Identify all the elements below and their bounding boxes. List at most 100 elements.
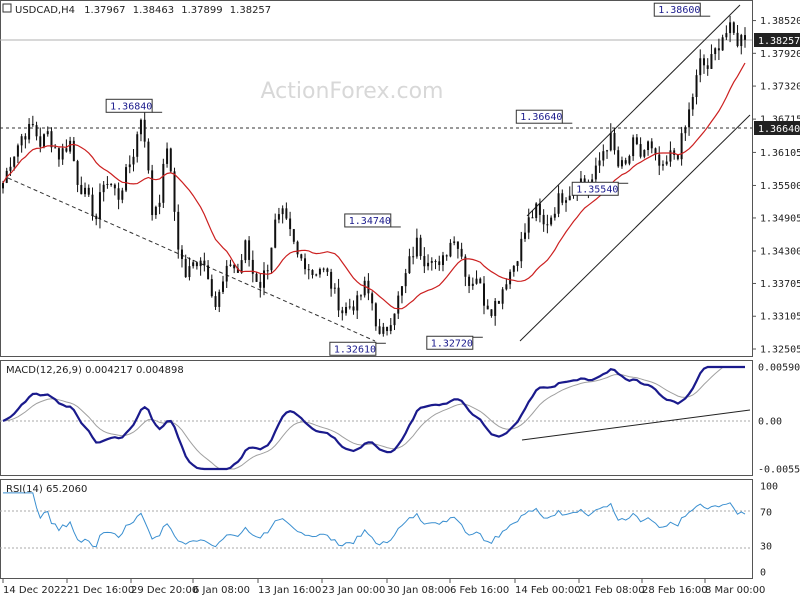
candle-body xyxy=(509,271,512,285)
candle-body xyxy=(35,125,38,137)
candle-body xyxy=(427,262,430,267)
chart-header: USDCAD,H4 1.37967 1.38463 1.37899 1.3825… xyxy=(15,5,271,16)
candle-body xyxy=(318,268,321,275)
macd-panel-frame xyxy=(0,360,753,476)
candle-body xyxy=(527,217,530,233)
price-y-axis: 1.385201.379201.373201.367151.361051.355… xyxy=(752,16,800,355)
candle-body xyxy=(669,150,672,162)
candle-body xyxy=(50,131,53,148)
candle-body xyxy=(244,240,247,261)
candle-body xyxy=(695,75,698,98)
annotation-label: 1.32720 xyxy=(431,338,473,349)
candle-body xyxy=(300,254,303,259)
ohlc-high: 1.38463 xyxy=(133,5,174,16)
candle-body xyxy=(143,119,146,142)
candle-body xyxy=(505,284,508,290)
candle-body xyxy=(311,270,314,276)
candle-body xyxy=(598,160,601,166)
candle-body xyxy=(199,260,202,267)
candle-body xyxy=(28,123,31,140)
candle-body xyxy=(479,278,482,284)
candle-body xyxy=(91,194,94,216)
candle-body xyxy=(173,171,176,212)
timeframe-label: H4 xyxy=(61,5,75,16)
candle-body xyxy=(285,208,288,219)
candle-body xyxy=(162,163,165,203)
candle-body xyxy=(13,156,16,167)
candle-body xyxy=(304,258,307,270)
channel-lower-line xyxy=(519,114,751,342)
rsi-line xyxy=(3,492,746,548)
x-tick-label: 8 Mar 00:00 xyxy=(705,585,765,596)
candle-body xyxy=(661,164,664,166)
annotation-label: 1.35540 xyxy=(576,184,618,195)
candle-body xyxy=(710,54,713,69)
candle-body xyxy=(482,283,485,306)
candle-body xyxy=(356,295,359,311)
candle-body xyxy=(363,280,366,296)
price-y-tick-label: 1.33105 xyxy=(760,312,800,323)
candle-body xyxy=(613,132,616,151)
candle-body xyxy=(676,154,679,160)
candle-body xyxy=(203,260,206,266)
candle-body xyxy=(736,32,739,47)
x-tick-label: 21 Feb 08:00 xyxy=(579,585,645,596)
candle-body xyxy=(565,200,568,203)
price-y-tick-label: 1.37320 xyxy=(760,82,800,93)
rsi-y-axis: 100 70 30 0 xyxy=(760,482,778,579)
price-annotations: 1.36840 1.32610 1.34740 1.32720 1.36640 1.355… xyxy=(105,2,711,356)
candle-body xyxy=(80,184,83,195)
candle-body xyxy=(110,183,113,185)
candle-body xyxy=(65,148,68,152)
ohlc-close: 1.38257 xyxy=(230,5,271,16)
candle-body xyxy=(69,140,72,152)
candle-body xyxy=(732,22,735,33)
candle-body xyxy=(24,136,27,140)
candle-body xyxy=(348,306,351,308)
candle-body xyxy=(542,214,545,225)
candle-body xyxy=(449,242,452,257)
candle-body xyxy=(460,248,463,257)
candle-body xyxy=(531,217,534,219)
candle-body xyxy=(561,193,564,203)
price-y-tick-label: 1.36105 xyxy=(760,148,800,159)
candle-body xyxy=(359,295,362,297)
candle-body xyxy=(221,281,224,292)
candle-body xyxy=(419,237,422,257)
watermark: ActionForex.com xyxy=(261,79,444,104)
x-tick-label: 29 Dec 20:00 xyxy=(131,585,198,596)
candle-body xyxy=(147,141,150,171)
collapse-icon[interactable] xyxy=(2,3,12,13)
candle-body xyxy=(501,289,504,304)
candle-body xyxy=(408,256,411,274)
candle-body xyxy=(374,303,377,327)
candle-body xyxy=(259,281,262,288)
candle-body xyxy=(557,193,560,214)
candle-body xyxy=(650,141,653,149)
candle-body xyxy=(98,192,101,220)
macd-main-line xyxy=(2,365,745,471)
macd-signal-line xyxy=(2,366,745,470)
candle-body xyxy=(132,156,135,165)
candle-body xyxy=(606,150,609,152)
candle-body xyxy=(400,286,403,296)
candle-body xyxy=(438,261,441,266)
candle-body xyxy=(207,265,210,280)
candle-body xyxy=(121,190,124,200)
usdcad-chart: ActionForex.com 1.368401.326101.347401.3… xyxy=(0,0,800,596)
symbol-label: USDCAD xyxy=(15,5,58,16)
candle-body xyxy=(16,145,19,157)
candle-body xyxy=(367,280,370,294)
candle-body xyxy=(441,255,444,266)
candle-body xyxy=(61,148,64,160)
candle-body xyxy=(57,148,60,160)
candle-body xyxy=(434,261,437,263)
candle-body xyxy=(296,241,299,255)
candle-body xyxy=(389,325,392,332)
candle-body xyxy=(456,241,459,249)
candle-body xyxy=(214,296,217,307)
candle-body xyxy=(568,195,571,201)
candle-body xyxy=(248,240,251,260)
candle-body xyxy=(117,188,120,200)
candle-body xyxy=(494,300,497,316)
